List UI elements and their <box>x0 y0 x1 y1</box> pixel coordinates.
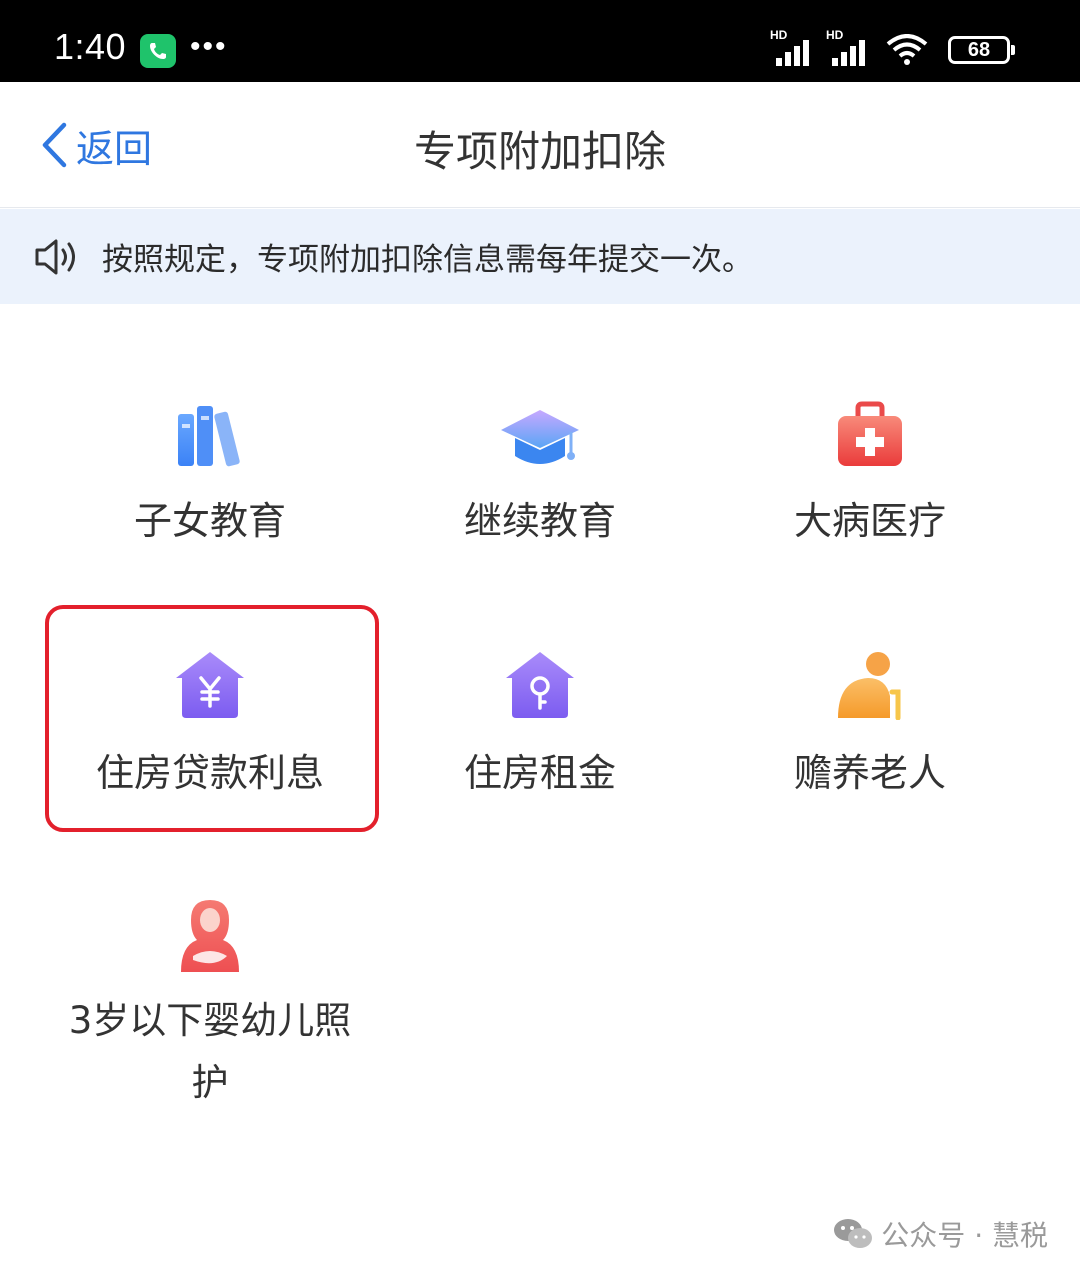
status-icons: HD HD 68 <box>770 28 1015 68</box>
signal-1-icon: HD <box>770 28 820 68</box>
books-icon <box>178 406 240 467</box>
wifi-icon <box>886 34 928 65</box>
signal-2-icon: HD <box>826 28 876 68</box>
category-label: 子女教育 <box>133 499 286 543</box>
elderly-icon <box>838 652 901 720</box>
nav-bar: 返回 专项附加扣除 <box>0 82 1080 208</box>
more-notifications-icon: ••• <box>190 30 228 63</box>
notice-banner: 按照规定，专项附加扣除信息需每年提交一次。 <box>0 209 1080 304</box>
category-housing-rent[interactable]: 住房租金 <box>375 648 705 804</box>
category-continuing-education[interactable]: 继续教育 <box>375 400 705 552</box>
speaker-icon <box>35 239 75 274</box>
category-label: 住房租金 <box>463 751 616 795</box>
page-title: 专项附加扣除 <box>413 127 666 176</box>
wechat-icon <box>834 1219 873 1248</box>
notice-text: 按照规定，专项附加扣除信息需每年提交一次。 <box>102 242 753 278</box>
house-yuan-icon <box>176 652 244 718</box>
category-elderly-support[interactable]: 赡养老人 <box>705 648 1035 804</box>
category-label: 住房贷款利息 <box>95 751 324 795</box>
category-label: 继续教育 <box>463 499 616 543</box>
status-bar: 1:40 ••• HD HD 68 <box>0 0 1080 82</box>
category-housing-loan-interest[interactable]: 住房贷款利息 <box>45 648 375 804</box>
mother-baby-icon <box>181 900 239 972</box>
category-label: 大病医疗 <box>793 499 946 543</box>
category-serious-illness[interactable]: 大病医疗 <box>705 400 1035 552</box>
status-time: 1:40 <box>54 26 127 67</box>
category-infant-care[interactable]: 3岁以下婴幼儿照护 <box>45 898 375 1114</box>
category-label: 3岁以下婴幼儿照护 <box>68 999 352 1104</box>
category-label: 赡养老人 <box>793 751 946 795</box>
call-icon <box>140 34 176 68</box>
watermark-text: 公众号 · 慧税 <box>881 1219 1048 1252</box>
watermark: 公众号 · 慧税 <box>833 1210 1048 1258</box>
graduation-cap-icon <box>501 410 579 464</box>
battery-icon: 68 <box>948 36 1015 64</box>
category-children-education[interactable]: 子女教育 <box>45 400 375 552</box>
house-key-icon <box>506 652 574 718</box>
medical-kit-icon <box>838 401 902 466</box>
